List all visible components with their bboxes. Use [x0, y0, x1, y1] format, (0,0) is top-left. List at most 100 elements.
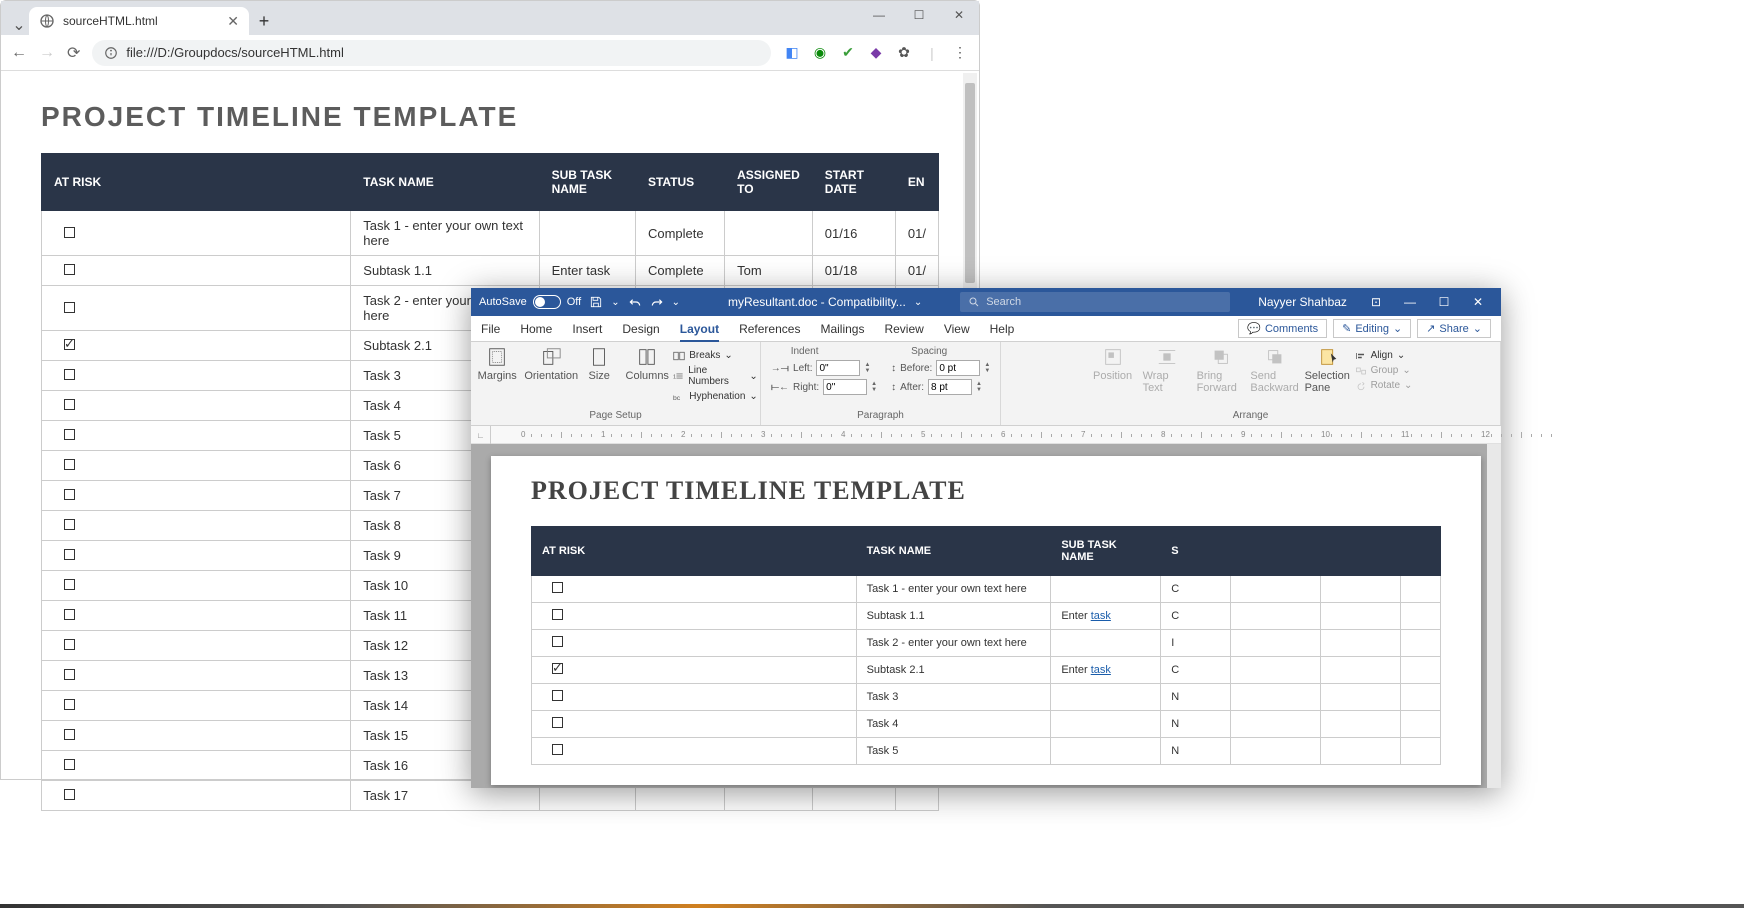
editing-button[interactable]: ✎ Editing ⌄ — [1333, 319, 1411, 338]
extension-icon-3[interactable]: ✔ — [839, 44, 857, 62]
table-header: SUB TASK NAME — [539, 154, 635, 211]
minimize-button[interactable]: — — [1395, 292, 1425, 312]
checkbox-icon[interactable] — [64, 399, 75, 410]
hyphenation-button[interactable]: bcHyphenation ⌄ — [673, 391, 758, 402]
breaks-button[interactable]: Breaks ⌄ — [673, 350, 758, 361]
qat-dropdown-icon[interactable]: ⌄ — [672, 297, 680, 308]
close-icon[interactable]: ✕ — [227, 13, 239, 30]
empty-cell — [1231, 738, 1321, 765]
size-button[interactable]: Size — [581, 346, 617, 402]
checkbox-icon[interactable] — [64, 639, 75, 650]
checkbox-icon[interactable] — [64, 227, 75, 238]
indent-right-input[interactable]: ⟝←Right:▲▼ — [771, 379, 877, 395]
checkbox-icon[interactable] — [64, 369, 75, 380]
ribbon-tab-references[interactable]: References — [739, 322, 800, 336]
checkbox-icon[interactable] — [552, 582, 563, 593]
checkbox-icon[interactable] — [552, 636, 563, 647]
undo-icon[interactable] — [628, 295, 642, 309]
save-dropdown-icon[interactable]: ⌄ — [611, 297, 619, 308]
ribbon-tab-layout[interactable]: Layout — [680, 322, 719, 342]
comments-button[interactable]: 💬 Comments — [1238, 319, 1327, 338]
ribbon-tab-view[interactable]: View — [944, 322, 970, 336]
extension-icon-2[interactable]: ◉ — [811, 44, 829, 62]
docname-dropdown-icon[interactable]: ⌄ — [914, 297, 922, 308]
search-placeholder: Search — [986, 296, 1021, 308]
taskbar — [0, 904, 1744, 908]
status-cell: N — [1161, 684, 1231, 711]
checkbox-icon[interactable] — [64, 789, 75, 800]
reload-button[interactable]: ⟳ — [67, 43, 80, 63]
ribbon-tab-file[interactable]: File — [481, 322, 500, 336]
minimize-button[interactable]: — — [859, 1, 899, 29]
checkbox-icon[interactable] — [64, 579, 75, 590]
empty-cell — [1321, 711, 1401, 738]
ruler[interactable]: ∟ 0123456789101112 — [471, 426, 1501, 444]
extension-icon-1[interactable]: ◧ — [783, 44, 801, 62]
align-button[interactable]: Align ⌄ — [1355, 350, 1413, 361]
scrollbar-thumb[interactable] — [965, 83, 975, 283]
checkbox-icon[interactable] — [64, 759, 75, 770]
ribbon-tab-design[interactable]: Design — [622, 322, 659, 336]
extensions-icon[interactable]: ✿ — [895, 44, 913, 62]
checkbox-icon[interactable] — [552, 717, 563, 728]
menu-icon[interactable]: ⋮ — [951, 44, 969, 62]
columns-button[interactable]: Columns — [623, 346, 671, 402]
ribbon-display-icon[interactable]: ⊡ — [1361, 292, 1391, 312]
line-numbers-button[interactable]: 1Line Numbers ⌄ — [673, 365, 758, 387]
checkbox-icon[interactable] — [552, 744, 563, 755]
ribbon-tab-insert[interactable]: Insert — [572, 322, 602, 336]
autosave-toggle[interactable]: AutoSave Off — [479, 295, 581, 309]
checkbox-icon[interactable] — [552, 663, 563, 674]
document-page[interactable]: PROJECT TIMELINE TEMPLATE AT RISKTASK NA… — [491, 456, 1481, 785]
empty-cell — [1231, 576, 1321, 603]
checkbox-icon[interactable] — [64, 339, 75, 350]
selection-pane-button[interactable]: Selection Pane — [1305, 346, 1353, 394]
checkbox-icon[interactable] — [64, 489, 75, 500]
maximize-button[interactable]: ☐ — [899, 1, 939, 29]
checkbox-icon[interactable] — [64, 609, 75, 620]
extension-icon-4[interactable]: ◆ — [867, 44, 885, 62]
empty-cell — [1400, 576, 1440, 603]
browser-tab[interactable]: sourceHTML.html ✕ — [29, 7, 249, 35]
maximize-button[interactable]: ☐ — [1429, 292, 1459, 312]
checkbox-icon[interactable] — [64, 699, 75, 710]
ribbon-tab-help[interactable]: Help — [990, 322, 1015, 336]
forward-button[interactable]: → — [39, 44, 55, 62]
user-name[interactable]: Nayyer Shahbaz — [1258, 295, 1347, 309]
spacing-before-input[interactable]: ↕Before:▲▼ — [891, 360, 990, 376]
save-icon[interactable] — [589, 295, 603, 309]
share-button[interactable]: ↗ Share ⌄ — [1417, 319, 1491, 338]
checkbox-icon[interactable] — [64, 302, 75, 313]
checkbox-icon[interactable] — [64, 519, 75, 530]
orientation-button[interactable]: Orientation — [527, 346, 575, 402]
checkbox-icon[interactable] — [64, 729, 75, 740]
close-button[interactable]: ✕ — [939, 1, 979, 29]
back-button[interactable]: ← — [11, 44, 27, 62]
ribbon-tab-review[interactable]: Review — [884, 322, 923, 336]
checkbox-icon[interactable] — [64, 669, 75, 680]
spacing-after-input[interactable]: ↕After:▲▼ — [891, 379, 990, 395]
toggle-icon — [533, 295, 561, 309]
indent-left-input[interactable]: →⟞Left:▲▼ — [771, 360, 877, 376]
empty-cell — [1321, 657, 1401, 684]
checkbox-icon[interactable] — [552, 609, 563, 620]
search-bar[interactable]: Search — [960, 292, 1230, 312]
word-scrollbar[interactable] — [1487, 444, 1501, 788]
spacing-before-icon: ↕ — [891, 363, 896, 374]
tab-dropdown-icon[interactable]: ⌄ — [9, 15, 29, 35]
redo-icon[interactable] — [650, 295, 664, 309]
checkbox-icon[interactable] — [64, 459, 75, 470]
url-bar[interactable]: file:///D:/Groupdocs/sourceHTML.html — [92, 40, 771, 66]
table-row: Task 2 - enter your own text here I — [532, 630, 1441, 657]
checkbox-icon[interactable] — [64, 429, 75, 440]
ribbon-tab-mailings[interactable]: Mailings — [820, 322, 864, 336]
task-cell: Task 4 — [856, 711, 1051, 738]
close-button[interactable]: ✕ — [1463, 292, 1493, 312]
new-tab-button[interactable]: + — [249, 7, 279, 35]
ribbon-tab-home[interactable]: Home — [520, 322, 552, 336]
checkbox-icon[interactable] — [64, 549, 75, 560]
margins-button[interactable]: Margins — [473, 346, 521, 402]
checkbox-icon[interactable] — [64, 264, 75, 275]
checkbox-icon[interactable] — [552, 690, 563, 701]
ribbon-tabs: File Home Insert Design Layout References Mail… — [471, 316, 1501, 342]
